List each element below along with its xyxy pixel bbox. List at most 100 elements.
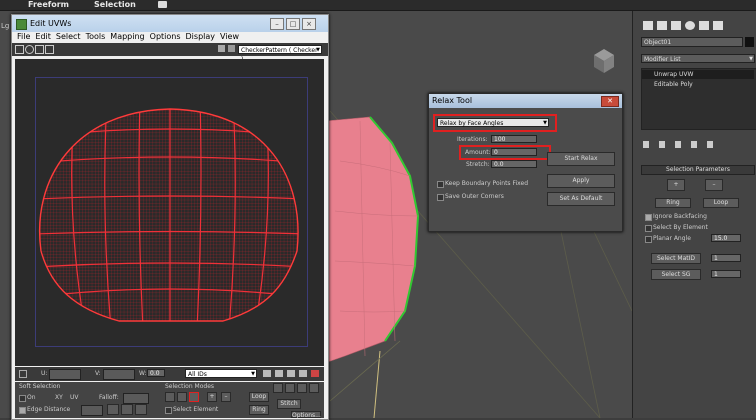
grow-selection-button[interactable]: + xyxy=(667,179,685,191)
options-button[interactable]: Options... xyxy=(291,411,321,419)
show-end-result-icon[interactable] xyxy=(659,141,665,148)
ring-button[interactable]: Ring xyxy=(655,198,691,208)
minimize-button[interactable]: – xyxy=(270,18,284,30)
shrink-selection-button[interactable]: – xyxy=(705,179,723,191)
modify-tab-icon[interactable] xyxy=(657,21,667,30)
matid-field[interactable]: 1 xyxy=(711,254,741,262)
display-tab-icon[interactable] xyxy=(699,21,709,30)
create-tab-icon[interactable] xyxy=(643,21,653,30)
stitch-button[interactable]: Stitch xyxy=(277,399,301,409)
filter-icon[interactable] xyxy=(311,370,319,377)
ignore-backfacing-checkbox[interactable] xyxy=(645,214,652,221)
texture-icon[interactable] xyxy=(218,45,225,52)
w-field[interactable]: 0.0 xyxy=(147,369,165,377)
utilities-tab-icon[interactable] xyxy=(713,21,723,30)
grow-button[interactable]: + xyxy=(207,392,217,402)
ids-dropdown[interactable]: All IDs xyxy=(185,369,257,379)
pan-icon[interactable] xyxy=(263,370,271,377)
falloff-field[interactable] xyxy=(123,393,149,404)
frame-icon[interactable] xyxy=(299,370,307,377)
select-matid-button[interactable]: Select MatID xyxy=(651,253,701,264)
motion-tab-icon[interactable] xyxy=(685,21,695,30)
select-element-checkbox[interactable] xyxy=(165,407,172,414)
iterations-field[interactable]: 100 xyxy=(491,135,537,143)
selection-parameters-rollout[interactable]: Selection Parameters xyxy=(641,165,755,175)
selection-tab[interactable]: Selection xyxy=(94,0,136,9)
mesh-object xyxy=(324,116,419,364)
u-label: U: xyxy=(41,370,48,377)
sg-field[interactable]: 1 xyxy=(711,270,741,278)
menu-mapping[interactable]: Mapping xyxy=(110,32,144,41)
align-button[interactable] xyxy=(273,383,283,393)
menu-options[interactable]: Options xyxy=(150,32,181,41)
menu-edit[interactable]: Edit xyxy=(35,32,51,41)
planar-angle-checkbox[interactable] xyxy=(645,236,652,243)
edge-distance-field[interactable] xyxy=(81,405,103,416)
close-icon[interactable]: ✕ xyxy=(601,96,619,107)
apply-button[interactable]: Apply xyxy=(547,174,615,188)
move-icon[interactable] xyxy=(15,45,24,54)
maximize-button[interactable]: □ xyxy=(286,18,300,30)
v-field[interactable] xyxy=(103,369,135,380)
zoom-icon[interactable] xyxy=(275,370,283,377)
scale-icon[interactable] xyxy=(35,45,44,54)
loop-button[interactable]: Loop xyxy=(249,392,269,402)
save-outer-checkbox[interactable] xyxy=(437,194,444,201)
stretch-field[interactable]: 0.0 xyxy=(491,160,537,168)
menu-view[interactable]: View xyxy=(220,32,239,41)
ring-button[interactable]: Ring xyxy=(249,405,269,415)
zoom-region-icon[interactable] xyxy=(287,370,295,377)
vertex-mode-button[interactable] xyxy=(165,392,175,402)
uv-editor-canvas[interactable] xyxy=(15,59,324,366)
object-name-field[interactable]: Object01 xyxy=(641,37,743,47)
flip-button[interactable] xyxy=(309,383,319,393)
loop-button[interactable]: Loop xyxy=(703,198,739,208)
stack-item-unwrap[interactable]: Unwrap UVW xyxy=(642,70,754,79)
object-color-swatch[interactable] xyxy=(745,37,754,47)
relax-tool-dialog[interactable]: Relax Tool ✕ Relax by Face Angles Iterat… xyxy=(428,93,623,232)
hierarchy-tab-icon[interactable] xyxy=(671,21,681,30)
planar-angle-field[interactable]: 15.0 xyxy=(711,234,741,242)
mirror-icon[interactable] xyxy=(45,45,54,54)
make-unique-icon[interactable] xyxy=(675,141,681,148)
shrink-button[interactable]: – xyxy=(221,392,231,402)
pin-stack-icon[interactable] xyxy=(643,141,649,148)
falloff-slow-button[interactable] xyxy=(135,404,147,415)
close-button[interactable]: × xyxy=(302,18,316,30)
configure-icon[interactable] xyxy=(707,141,713,148)
modifier-list-dropdown[interactable]: Modifier List xyxy=(641,54,755,64)
u-field[interactable] xyxy=(49,369,81,380)
uvw-titlebar[interactable]: Edit UVWs – □ × xyxy=(12,15,328,32)
planar-angle-label: Planar Angle xyxy=(653,235,691,242)
texture-dropdown[interactable]: CheckerPattern ( Checker ) xyxy=(238,45,322,63)
keep-boundary-checkbox[interactable] xyxy=(437,181,444,188)
soft-on-checkbox[interactable] xyxy=(19,395,26,402)
stack-item-editable-poly[interactable]: Editable Poly xyxy=(642,80,754,89)
ignore-backfacing-label: Ignore Backfacing xyxy=(653,213,707,220)
weld-button[interactable] xyxy=(297,383,307,393)
relax-titlebar[interactable]: Relax Tool ✕ xyxy=(429,94,622,108)
menu-display[interactable]: Display xyxy=(186,32,216,41)
falloff-linear-button[interactable] xyxy=(121,404,133,415)
menu-tools[interactable]: Tools xyxy=(86,32,106,41)
start-relax-button[interactable]: Start Relax xyxy=(547,152,615,166)
edge-distance-checkbox[interactable] xyxy=(19,407,26,414)
toggle-icon[interactable] xyxy=(158,1,167,8)
lock-icon[interactable] xyxy=(19,370,27,378)
set-as-default-button[interactable]: Set As Default xyxy=(547,192,615,206)
select-by-element-checkbox[interactable] xyxy=(645,225,652,232)
remove-modifier-icon[interactable] xyxy=(691,141,697,148)
freeform-tab[interactable]: Freeform xyxy=(28,0,69,9)
uv-label[interactable]: UV xyxy=(70,394,79,401)
xy-label[interactable]: XY xyxy=(55,394,63,401)
select-sg-button[interactable]: Select SG xyxy=(651,269,701,280)
edit-uvws-window[interactable]: Edit UVWs – □ × File Edit Select Tools Mappi… xyxy=(11,14,329,420)
break-button[interactable] xyxy=(285,383,295,393)
face-mode-button[interactable] xyxy=(189,392,199,402)
checker-icon[interactable] xyxy=(228,45,235,52)
menu-file[interactable]: File xyxy=(17,32,30,41)
edge-mode-button[interactable] xyxy=(177,392,187,402)
falloff-smooth-button[interactable] xyxy=(107,404,119,415)
menu-select[interactable]: Select xyxy=(56,32,81,41)
rotate-icon[interactable] xyxy=(25,45,34,54)
